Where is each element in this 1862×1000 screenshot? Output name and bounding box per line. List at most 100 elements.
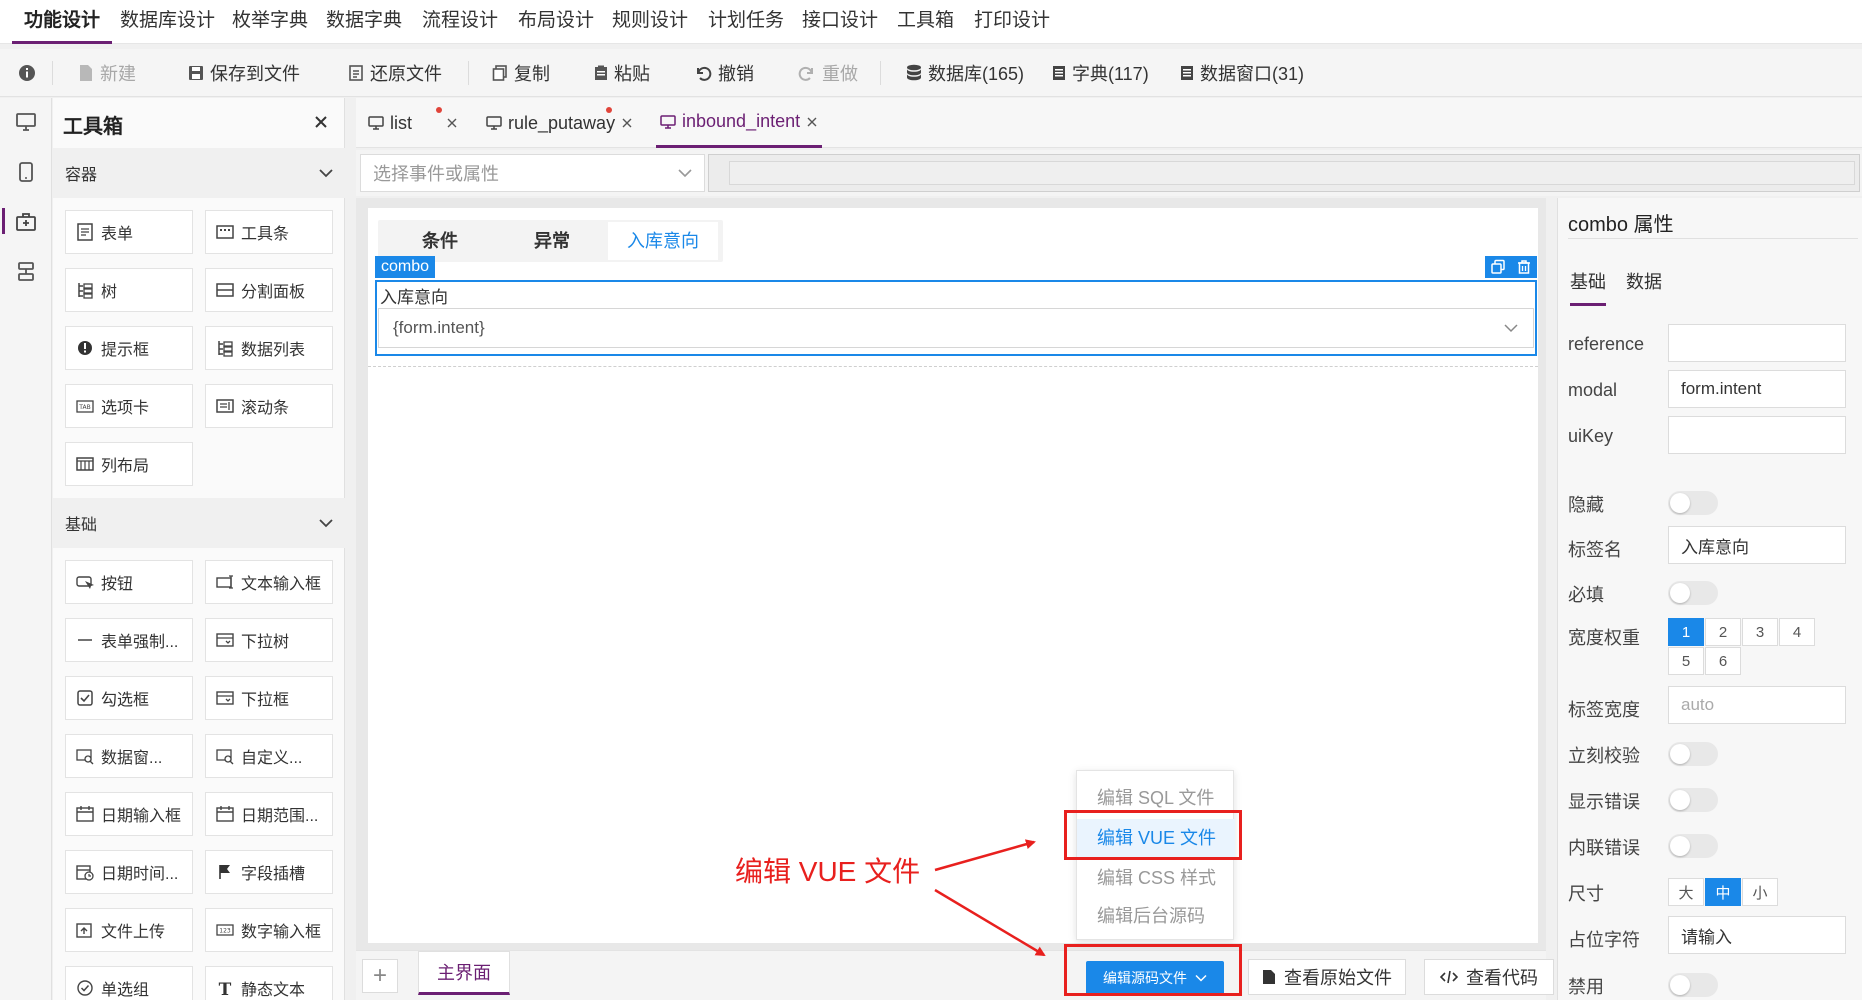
close-tab-icon[interactable] [446,117,458,129]
tool-scrollbar[interactable]: 滚动条 [205,384,333,428]
add-page-button[interactable]: + [362,959,398,993]
menu-data-dictionary[interactable]: 数据字典 [314,0,414,44]
prop-input-placeholder[interactable]: 请输入 [1668,916,1846,954]
tool-date-input[interactable]: 日期输入框 [65,792,193,836]
dictionary-button[interactable]: 字典(117) [1052,49,1149,97]
mobile-icon[interactable] [14,160,38,184]
tool-tree[interactable]: 树 [65,268,193,312]
tool-number-input[interactable]: 123 数字输入框 [205,908,333,952]
menu-enum-dictionary[interactable]: 枚举字典 [220,0,320,44]
prop-toggle-inline-error[interactable] [1668,834,1718,858]
data-window-button[interactable]: 数据窗口(31) [1180,49,1304,97]
width-weight-option-6[interactable]: 6 [1705,647,1741,675]
form-tab-exception[interactable]: 异常 [502,222,602,260]
prop-toggle-instant-validate[interactable] [1668,742,1718,766]
menu-api-design[interactable]: 接口设计 [790,0,890,44]
dropdown-item-edit-backend[interactable]: 编辑后台源码 [1077,897,1235,935]
size-option-large[interactable]: 大 [1668,878,1704,906]
delete-icon[interactable] [1516,259,1532,275]
width-weight-option-3[interactable]: 3 [1742,618,1778,646]
restore-file-button[interactable]: 还原文件 [348,49,442,97]
prop-input-modal[interactable]: form.intent [1668,370,1846,408]
tool-checkbox[interactable]: 勾选框 [65,676,193,720]
prop-input-label-width[interactable]: auto [1668,686,1846,724]
tool-data-window[interactable]: 数据窗... [65,734,193,778]
event-select[interactable]: 选择事件或属性 [360,154,705,192]
view-code-button[interactable]: 查看代码 [1424,959,1554,995]
tool-split-panel[interactable]: 分割面板 [205,268,333,312]
tool-radio-group[interactable]: 单选组 [65,966,193,1000]
toolbox-icon[interactable] [14,210,38,234]
close-tab-icon[interactable] [806,116,818,128]
prop-toggle-show-error[interactable] [1668,788,1718,812]
tool-column-layout[interactable]: 列布局 [65,442,193,486]
doc-tab-rule-putaway[interactable]: rule_putaway [486,98,633,148]
database-button[interactable]: 数据库(165) [906,49,1024,97]
database-label: 数据库(165) [928,64,1025,84]
tool-tabs[interactable]: TAB 选项卡 [65,384,193,428]
monitor-icon[interactable] [14,110,38,134]
close-icon[interactable] [313,114,329,130]
size-option-medium[interactable]: 中 [1705,878,1741,906]
menu-flow-design[interactable]: 流程设计 [410,0,510,44]
menu-database-design[interactable]: 数据库设计 [108,0,227,44]
combo-input[interactable]: {form.intent} [378,308,1534,348]
close-tab-icon[interactable] [621,117,633,129]
tool-custom[interactable]: 自定义... [205,734,333,778]
prop-toggle-required[interactable] [1668,581,1718,605]
component-tree-icon[interactable] [14,260,38,284]
doc-tab-inbound-intent[interactable]: inbound_intent [656,98,823,148]
tool-text-input[interactable]: 文本输入框 [205,560,333,604]
prop-input-uikey[interactable] [1668,416,1846,454]
menu-layout-design[interactable]: 布局设计 [506,0,606,44]
dropdown-item-edit-css[interactable]: 编辑 CSS 样式 [1077,859,1235,897]
view-original-button[interactable]: 查看原始文件 [1248,959,1406,995]
tool-date-range[interactable]: 日期范围... [205,792,333,836]
tool-dropdown-tree[interactable]: 下拉树 [205,618,333,662]
menu-feature-design[interactable]: 功能设计 [12,0,113,44]
width-weight-option-4[interactable]: 4 [1779,618,1815,646]
tool-file-upload[interactable]: 文件上传 [65,908,193,952]
prop-input-reference[interactable] [1668,324,1846,362]
tool-form[interactable]: 表单 [65,210,193,254]
menu-scheduled-task[interactable]: 计划任务 [696,0,796,44]
tool-static-text[interactable]: T 静态文本 [205,966,333,1000]
form-tab-inbound-intent[interactable]: 入库意向 [608,222,718,260]
tool-select[interactable]: 下拉框 [205,676,333,720]
save-to-file-button[interactable]: 保存到文件 [188,49,300,97]
form-tab-condition[interactable]: 条件 [390,222,490,260]
new-button[interactable]: 新建 [78,49,136,97]
event-value-field[interactable] [708,154,1860,192]
menu-print-design[interactable]: 打印设计 [962,0,1062,44]
props-tab-basic[interactable]: 基础 [1570,268,1606,306]
menu-toolbox[interactable]: 工具箱 [885,0,966,44]
size-option-small[interactable]: 小 [1742,878,1778,906]
tool-datetime[interactable]: 日期时间... [65,850,193,894]
section-container-header[interactable]: 容器 [53,148,345,198]
undo-button[interactable]: 撤销 [694,49,754,97]
width-weight-option-2[interactable]: 2 [1705,618,1741,646]
tool-button[interactable]: 按钮 [65,560,193,604]
tool-field-slot[interactable]: 字段插槽 [205,850,333,894]
info-button[interactable] [18,49,36,97]
section-basic-header[interactable]: 基础 [53,498,345,548]
copy-icon[interactable] [1490,259,1506,275]
paste-button[interactable]: 粘贴 [594,49,650,97]
prop-toggle-hidden[interactable] [1668,491,1718,515]
tool-alert[interactable]: 提示框 [65,326,193,370]
props-tab-data[interactable]: 数据 [1626,268,1662,306]
prop-toggle-disabled[interactable] [1668,973,1718,997]
width-weight-option-1[interactable]: 1 [1668,618,1704,646]
tool-form-force[interactable]: 表单强制... [65,618,193,662]
tool-toolbar[interactable]: 工具条 [205,210,333,254]
props-title: combo 属性 [1568,214,1674,236]
copy-button[interactable]: 复制 [492,49,550,97]
menu-rule-design[interactable]: 规则设计 [600,0,700,44]
prop-input-label-name[interactable]: 入库意向 [1668,526,1846,564]
tool-data-list[interactable]: 数据列表 [205,326,333,370]
doc-tab-list[interactable]: list [368,98,458,148]
redo-button[interactable]: 重做 [798,49,858,97]
prop-label-instant-validate: 立刻校验 [1568,746,1640,766]
width-weight-option-5[interactable]: 5 [1668,647,1704,675]
page-tab-main[interactable]: 主界面 [418,951,510,995]
